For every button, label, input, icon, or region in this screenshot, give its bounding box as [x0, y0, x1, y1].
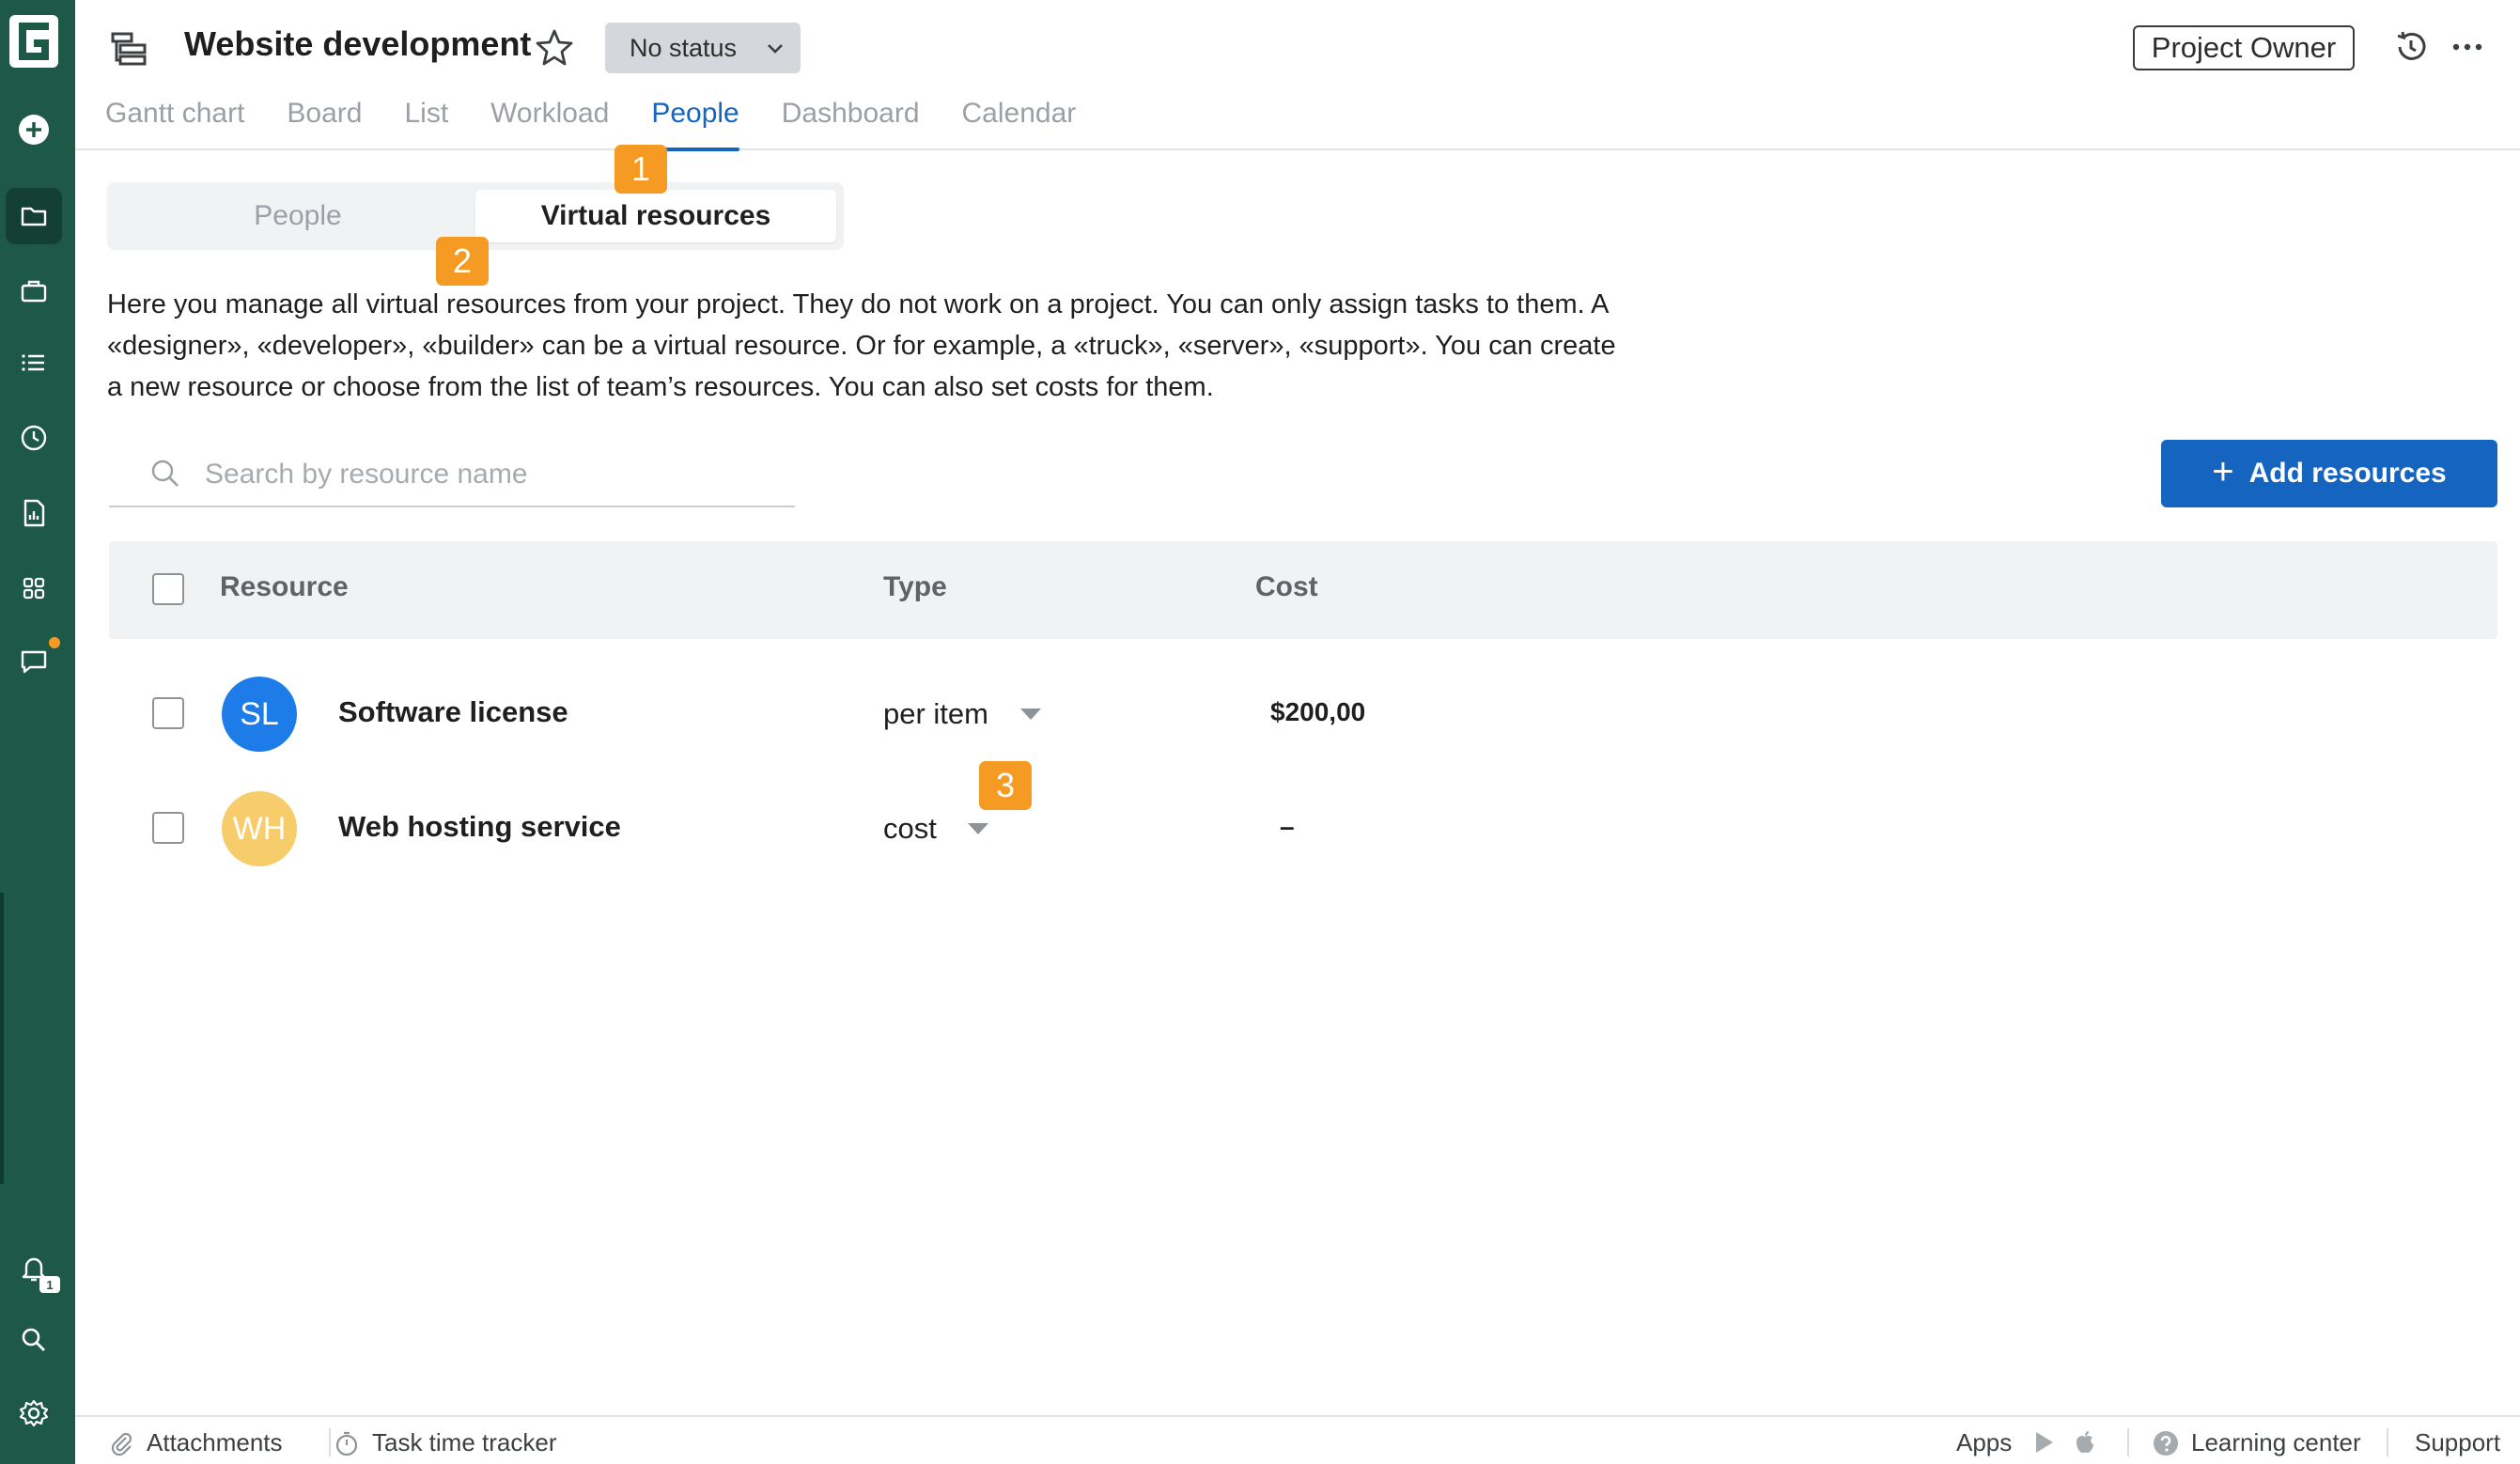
logo-icon[interactable]	[8, 13, 60, 70]
search-icon	[151, 459, 179, 487]
resource-search	[109, 442, 795, 507]
google-play-icon[interactable]	[2030, 1428, 2069, 1456]
briefcase-icon[interactable]	[6, 263, 62, 319]
attachments-label: Attachments	[147, 1428, 283, 1456]
plus-icon: +	[2212, 450, 2234, 492]
footer-divider	[2387, 1428, 2388, 1456]
resource-cost[interactable]: $200,00	[1270, 697, 1365, 727]
learning-center-link[interactable]: Learning center	[2152, 1428, 2361, 1457]
apple-icon[interactable]	[2071, 1428, 2110, 1456]
notification-count-badge: 1	[39, 1276, 60, 1293]
history-icon[interactable]	[2392, 28, 2430, 66]
table-row[interactable]: SL Software license per item $200,00	[109, 658, 2497, 771]
description-text: Here you manage all virtual resources fr…	[107, 289, 1616, 402]
attachments-link[interactable]: Attachments	[107, 1428, 283, 1457]
column-header-resource[interactable]: Resource	[220, 571, 349, 603]
caret-down-icon[interactable]	[968, 823, 988, 834]
table-header: Resource Type Cost	[109, 541, 2497, 639]
task-time-tracker-label: Task time tracker	[372, 1428, 557, 1456]
resource-name[interactable]: Web hosting service	[338, 810, 621, 844]
sidebar: 1	[0, 0, 75, 1464]
task-time-tracker-link[interactable]: Task time tracker	[333, 1428, 557, 1457]
apps-link[interactable]: Apps	[1956, 1428, 2012, 1457]
add-icon[interactable]	[6, 101, 62, 158]
tab-board[interactable]: Board	[287, 98, 362, 150]
resource-name[interactable]: Software license	[338, 695, 568, 729]
folder-icon[interactable]	[6, 188, 62, 244]
status-dropdown[interactable]: No status	[605, 23, 801, 73]
row-checkbox[interactable]	[152, 697, 184, 729]
footer-bar: Attachments Task time tracker Apps Learn…	[75, 1415, 2520, 1464]
settings-icon[interactable]	[6, 1385, 62, 1441]
avatar: SL	[222, 677, 297, 752]
apps-label: Apps	[1956, 1428, 2013, 1456]
segment-people[interactable]: People	[115, 190, 481, 242]
tab-calendar[interactable]: Calendar	[962, 98, 1077, 150]
resource-type-select[interactable]: cost	[883, 812, 937, 846]
row-checkbox[interactable]	[152, 812, 184, 844]
footer-divider	[329, 1428, 331, 1456]
step-marker-3: 3	[979, 761, 1032, 810]
project-role-button[interactable]: Project Owner	[2133, 25, 2355, 70]
clock-icon[interactable]	[6, 410, 62, 466]
more-options-icon[interactable]	[2447, 28, 2488, 66]
caret-down-icon[interactable]	[1020, 709, 1041, 720]
chat-notification-dot	[49, 637, 60, 648]
report-icon[interactable]	[6, 485, 62, 541]
project-title[interactable]: Website development	[184, 24, 531, 64]
column-header-cost[interactable]: Cost	[1255, 571, 1318, 603]
chevron-down-icon	[768, 44, 783, 54]
apps-icon[interactable]	[6, 560, 62, 616]
star-icon[interactable]	[534, 26, 575, 68]
help-icon	[2154, 1430, 2178, 1456]
learning-center-label: Learning center	[2191, 1428, 2361, 1456]
search-input[interactable]	[205, 451, 769, 498]
tab-gantt-chart[interactable]: Gantt chart	[105, 98, 244, 150]
step-marker-1: 1	[614, 145, 667, 194]
segment-virtual-resources[interactable]: Virtual resources	[475, 190, 836, 242]
paperclip-icon	[111, 1432, 132, 1456]
add-resources-button[interactable]: + Add resources	[2161, 440, 2497, 507]
support-link[interactable]: Support	[2415, 1428, 2500, 1457]
search-icon[interactable]	[6, 1312, 62, 1368]
column-header-type[interactable]: Type	[883, 571, 947, 603]
select-all-checkbox[interactable]	[152, 573, 184, 605]
tab-list[interactable]: List	[404, 98, 448, 150]
project-icon	[109, 28, 150, 70]
resource-cost[interactable]: –	[1280, 812, 1295, 842]
step-marker-2: 2	[436, 237, 489, 286]
stopwatch-icon	[335, 1431, 358, 1456]
list-icon[interactable]	[6, 335, 62, 391]
table-row[interactable]: WH Web hosting service cost –	[109, 772, 2497, 885]
tab-people[interactable]: People	[651, 98, 740, 151]
view-tabs: Gantt chart Board List Workload People D…	[105, 98, 1118, 151]
tab-dashboard[interactable]: Dashboard	[782, 98, 920, 150]
avatar: WH	[222, 791, 297, 866]
add-resources-label: Add resources	[2248, 458, 2447, 489]
status-label: No status	[630, 33, 738, 62]
sidebar-divider	[0, 893, 4, 1184]
tab-workload[interactable]: Workload	[490, 98, 609, 150]
project-header: Website development No status Project Ow…	[75, 0, 2520, 151]
resource-type-select[interactable]: per item	[883, 697, 988, 731]
support-label: Support	[2415, 1428, 2501, 1456]
footer-divider	[2127, 1428, 2129, 1456]
